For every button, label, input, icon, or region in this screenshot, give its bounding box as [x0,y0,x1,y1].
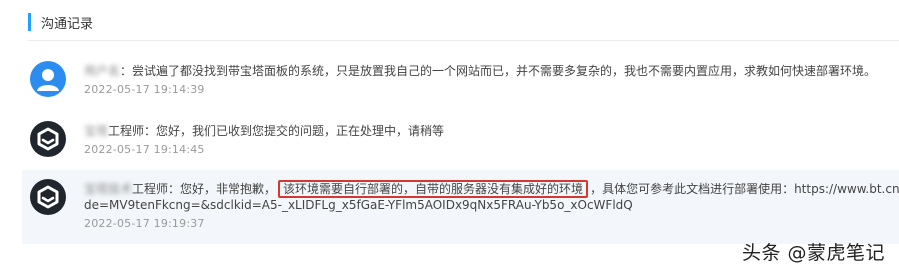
message-text-line: 宝塔工程师：您好，我们已收到您提交的问题，正在处理中，请稍等 [84,123,899,139]
hexagon-logo-icon [37,185,59,209]
avatar [30,121,66,157]
message-body: 用户名：尝试遍了都没找到带宝塔面板的系统，只是放置我自己的一个网站而已，并不需要… [84,63,899,96]
message-time: 2022-05-17 19:14:45 [84,143,205,156]
message-item: 用户名：尝试遍了都没找到带宝塔面板的系统，只是放置我自己的一个网站而已，并不需要… [22,52,899,110]
message-text: 尝试遍了都没找到带宝塔面板的系统，只是放置我自己的一个网站而已，并不需要多复杂的… [132,64,877,78]
user-icon [37,69,59,91]
message-text-line: 用户名：尝试遍了都没找到带宝塔面板的系统，只是放置我自己的一个网站而已，并不需要… [84,63,899,79]
message-item: 宝塔工程师：您好，我们已收到您提交的问题，正在处理中，请稍等 2022-05-1… [22,112,899,168]
avatar [30,61,66,97]
highlighted-text: 该环境需要自行部署的，自带的服务器没有集成好的环境 [278,180,589,198]
section-header: 沟通记录 [28,12,93,32]
sender-suffix: 工程师： [132,182,181,196]
message-text: 您好，非常抱歉， [180,182,277,196]
message-url-continuation[interactable]: de=MV9tenFkcng=&sdclkid=A5-_xLIDFLg_x5fG… [84,197,899,213]
message-time: 2022-05-17 19:19:37 [84,217,205,230]
sender-suffix: ： [120,64,133,78]
message-text-line: 宝塔技术工程师：您好，非常抱歉， 该环境需要自行部署的，自带的服务器没有集成好的环… [84,180,899,198]
message-body: 宝塔技术工程师：您好，非常抱歉， 该环境需要自行部署的，自带的服务器没有集成好的环… [84,180,899,230]
watermark: 头条 @蒙虎笔记 [741,242,885,264]
avatar [30,179,66,215]
section-accent-bar [28,13,31,31]
message-time: 2022-05-17 19:14:39 [84,83,205,96]
message-body: 宝塔工程师：您好，我们已收到您提交的问题，正在处理中，请稍等 2022-05-1… [84,123,899,156]
sender-name: 宝塔 [84,124,109,138]
message-item: 宝塔技术工程师：您好，非常抱歉， 该环境需要自行部署的，自带的服务器没有集成好的环… [22,170,899,244]
section-divider [28,40,899,41]
hexagon-logo-icon [37,127,59,151]
section-title: 沟通记录 [41,16,94,32]
sender-name: 宝塔技术 [84,182,133,196]
sender-suffix: 工程师： [108,124,157,138]
message-text: 您好，我们已收到您提交的问题，正在处理中，请稍等 [156,124,445,138]
sender-name: 用户名 [84,64,121,78]
message-text-continued[interactable]: ，具体您可参考此文档进行部署使用：https://www.bt.cn/lin [590,182,899,196]
